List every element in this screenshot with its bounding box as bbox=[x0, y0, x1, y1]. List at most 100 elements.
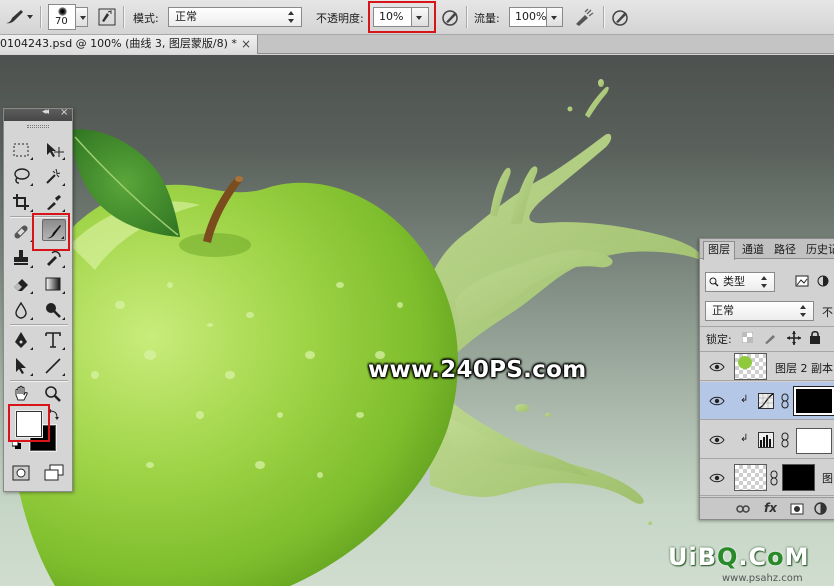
hand-tool[interactable] bbox=[10, 383, 34, 405]
layer-filter-select[interactable]: 类型 bbox=[705, 272, 775, 292]
tools-panel-header[interactable]: ◂◂ × bbox=[4, 107, 72, 121]
brush-picker-dropdown[interactable] bbox=[75, 7, 88, 27]
tab-layers[interactable]: 图层 bbox=[703, 241, 735, 260]
quick-mask-icon[interactable] bbox=[12, 465, 30, 481]
collapse-panel-icon[interactable]: ◂◂ bbox=[42, 107, 49, 117]
layer-mask-thumbnail[interactable] bbox=[782, 464, 815, 491]
curves-adjustment-icon bbox=[758, 393, 774, 409]
layer-filter-value: 类型 bbox=[723, 275, 745, 288]
layer-row[interactable]: 图 bbox=[700, 460, 834, 496]
marquee-tool[interactable] bbox=[10, 139, 34, 161]
layer-row[interactable]: 图层 2 副本 bbox=[700, 351, 834, 381]
lock-transparency-icon[interactable] bbox=[742, 332, 753, 343]
lock-pixels-icon[interactable] bbox=[764, 331, 778, 344]
screen-mode-icon[interactable] bbox=[44, 464, 64, 482]
photoshop-window: 70 模式: 正常 不透明度: 10% 流量: 100% 0104243.psd… bbox=[0, 0, 834, 586]
link-chain-icon[interactable] bbox=[781, 393, 789, 409]
visibility-eye-icon[interactable] bbox=[709, 362, 725, 372]
brush-tool-preset-icon[interactable] bbox=[4, 8, 26, 26]
default-colors-icon[interactable] bbox=[12, 440, 22, 450]
layer-opacity-label: 不 bbox=[822, 306, 833, 319]
foreground-color-swatch[interactable] bbox=[16, 411, 42, 437]
mode-select[interactable]: 正常 bbox=[168, 7, 302, 27]
layer-mask-thumbnail[interactable] bbox=[796, 428, 832, 454]
logo-part-4: o bbox=[767, 543, 785, 571]
healing-brush-tool[interactable] bbox=[10, 221, 34, 243]
zoom-tool[interactable] bbox=[42, 383, 66, 405]
lasso-icon bbox=[14, 168, 30, 184]
layer-style-fx-icon[interactable]: fx bbox=[764, 501, 777, 515]
pressure-opacity-icon[interactable] bbox=[441, 8, 461, 27]
apple-thumbnail-icon bbox=[738, 356, 752, 369]
add-mask-icon[interactable] bbox=[790, 503, 804, 515]
blur-drop-icon bbox=[15, 301, 27, 319]
brush-panel-toggle-icon[interactable] bbox=[98, 8, 116, 26]
move-tool[interactable] bbox=[42, 139, 66, 161]
tab-paths[interactable]: 路径 bbox=[770, 242, 800, 259]
magic-wand-tool[interactable] bbox=[42, 165, 66, 187]
levels-adjustment-icon bbox=[758, 432, 774, 448]
link-chain-icon[interactable] bbox=[781, 432, 789, 448]
path-selection-tool[interactable] bbox=[10, 355, 34, 377]
lock-all-icon[interactable] bbox=[809, 330, 821, 344]
brush-tip-icon bbox=[58, 7, 67, 16]
panel-grip[interactable] bbox=[27, 125, 49, 128]
eyedropper-tool[interactable] bbox=[42, 191, 66, 213]
type-tool[interactable] bbox=[42, 329, 66, 351]
close-document-icon[interactable]: × bbox=[241, 35, 251, 53]
link-layers-icon[interactable] bbox=[736, 503, 750, 515]
zoom-magnifier-icon bbox=[45, 386, 61, 402]
gradient-tool[interactable] bbox=[42, 273, 66, 295]
line-tool[interactable] bbox=[42, 355, 66, 377]
layer-row[interactable]: ↲ bbox=[700, 421, 834, 459]
swap-colors-icon[interactable] bbox=[48, 408, 60, 420]
opacity-label: 不透明度: bbox=[316, 12, 364, 25]
crop-tool[interactable] bbox=[10, 191, 34, 213]
clipping-arrow-icon: ↲ bbox=[740, 394, 749, 405]
link-chain-icon[interactable] bbox=[770, 470, 778, 486]
type-t-icon bbox=[45, 332, 61, 348]
pressure-size-icon[interactable] bbox=[611, 8, 631, 27]
mode-label: 模式: bbox=[133, 12, 159, 25]
tab-history[interactable]: 历史记 bbox=[802, 242, 834, 259]
clone-stamp-tool[interactable] bbox=[10, 247, 34, 269]
dodge-tool[interactable] bbox=[42, 299, 66, 321]
logo-part-1: UiB bbox=[668, 543, 718, 571]
gradient-icon bbox=[45, 277, 61, 291]
lock-position-icon[interactable] bbox=[787, 331, 801, 345]
visibility-eye-icon[interactable] bbox=[709, 396, 725, 406]
visibility-eye-icon[interactable] bbox=[709, 473, 725, 483]
marquee-icon bbox=[13, 143, 29, 157]
hand-icon bbox=[15, 385, 28, 401]
new-adjustment-layer-icon[interactable] bbox=[814, 502, 827, 515]
stamp-icon bbox=[14, 250, 28, 265]
pen-tool[interactable] bbox=[10, 329, 34, 351]
layers-panel-tabs: 图层 通道 路径 历史记 bbox=[700, 239, 834, 260]
blur-tool[interactable] bbox=[10, 299, 34, 321]
close-panel-icon[interactable]: × bbox=[60, 107, 68, 118]
document-title: 0104243.psd @ 100% (曲线 3, 图层蒙版/8) * bbox=[0, 37, 237, 50]
visibility-eye-icon[interactable] bbox=[709, 435, 725, 445]
filter-pixel-icon[interactable] bbox=[795, 275, 809, 287]
layer-row-selected[interactable]: ↲ bbox=[700, 382, 834, 420]
filter-adjustment-icon[interactable] bbox=[817, 275, 829, 287]
line-icon bbox=[45, 358, 61, 374]
flow-label: 流量: bbox=[474, 12, 500, 25]
lasso-tool[interactable] bbox=[10, 165, 34, 187]
eraser-tool[interactable] bbox=[10, 273, 34, 295]
brush-size-picker[interactable]: 70 bbox=[48, 4, 76, 30]
airbrush-icon[interactable] bbox=[573, 8, 595, 27]
brush-tool[interactable] bbox=[42, 219, 66, 241]
brush-size-value: 70 bbox=[55, 16, 68, 27]
flow-slider-dropdown[interactable] bbox=[546, 7, 563, 27]
tab-channels[interactable]: 通道 bbox=[738, 242, 768, 259]
blend-mode-select[interactable]: 正常 bbox=[705, 301, 814, 321]
layer-mask-thumbnail[interactable] bbox=[793, 386, 834, 416]
history-brush-tool[interactable] bbox=[42, 247, 66, 269]
opacity-input[interactable]: 10% bbox=[373, 7, 412, 27]
document-tab[interactable]: 0104243.psd @ 100% (曲线 3, 图层蒙版/8) * × bbox=[0, 35, 258, 54]
flow-input[interactable]: 100% bbox=[509, 7, 547, 27]
path-arrow-icon bbox=[16, 358, 26, 374]
tool-preset-dropdown[interactable] bbox=[27, 15, 33, 19]
opacity-slider-dropdown[interactable] bbox=[411, 7, 429, 27]
